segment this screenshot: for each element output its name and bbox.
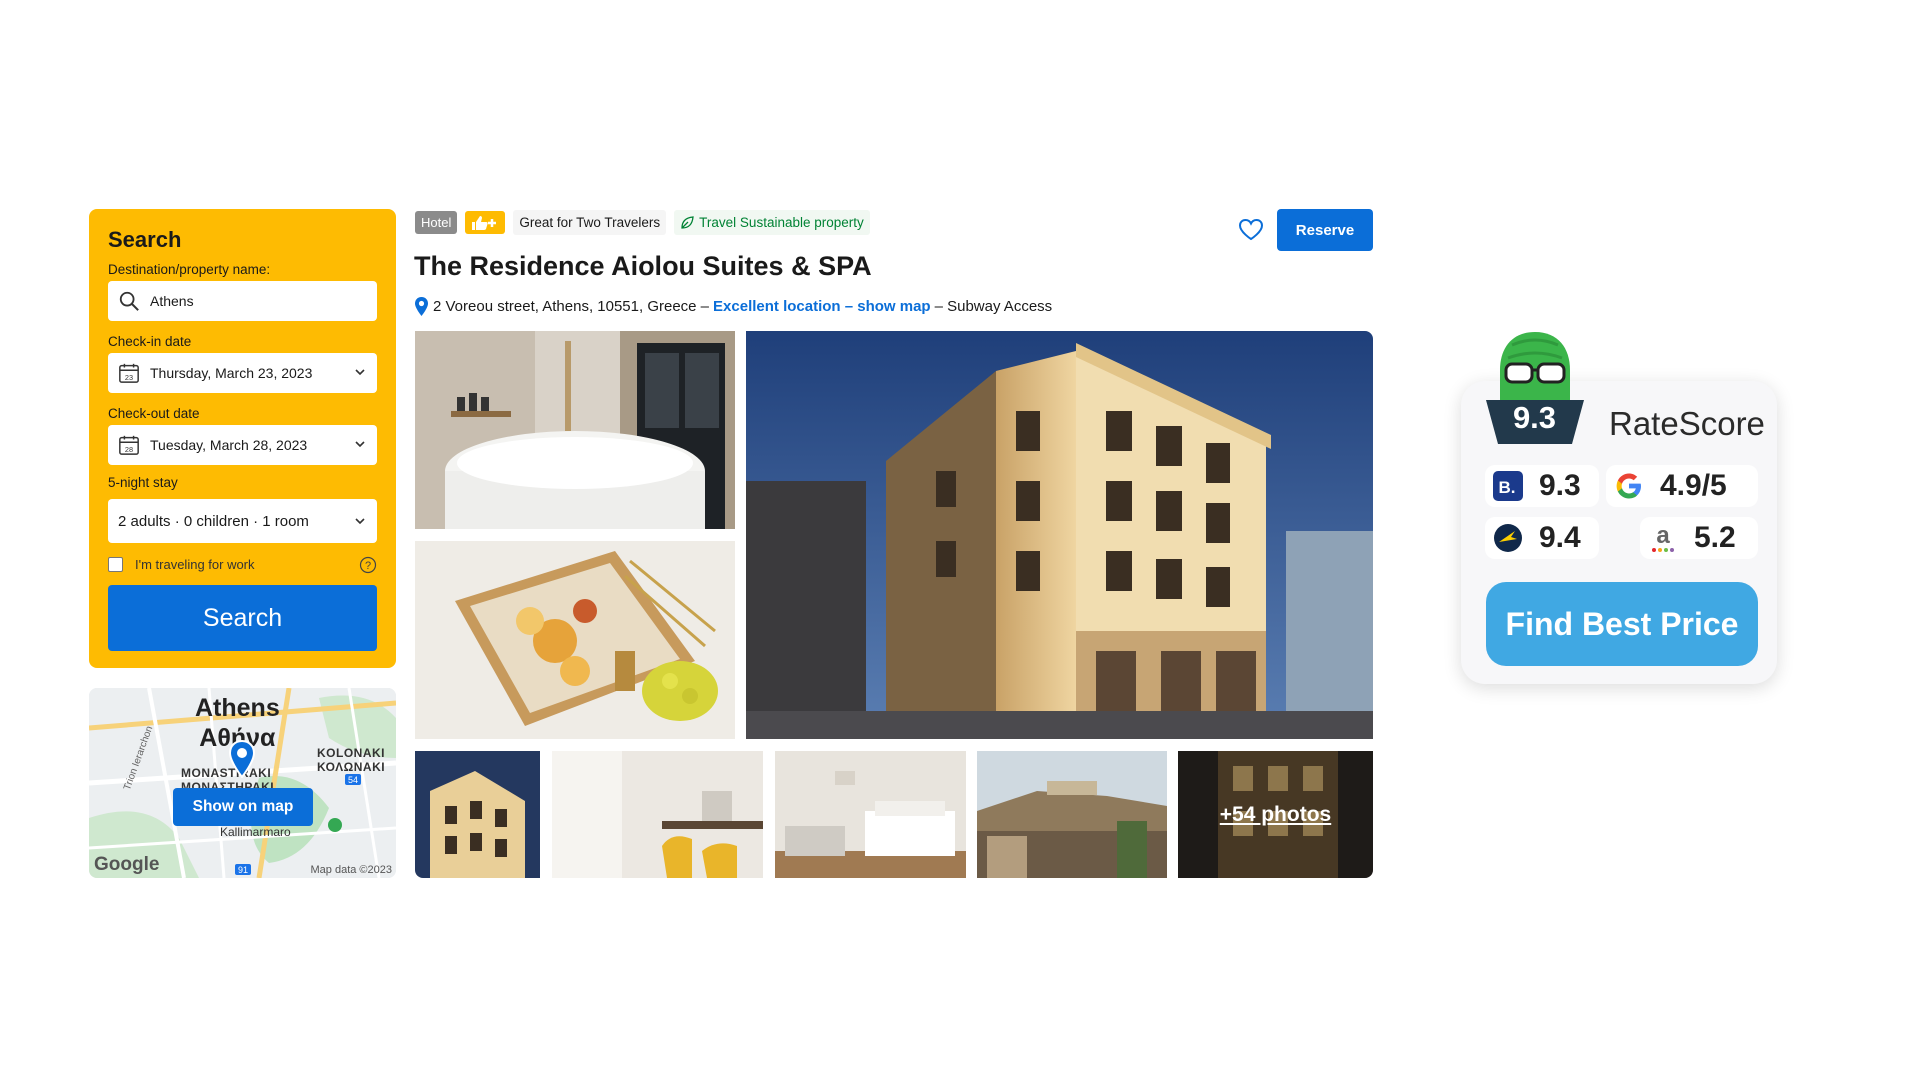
destination-input[interactable]: Athens [108, 281, 377, 321]
location-pin-icon [229, 740, 255, 778]
guests-select[interactable]: 2 adults · 0 children · 1 room [108, 499, 377, 543]
leaf-icon [681, 215, 694, 229]
svg-text:?: ? [365, 560, 371, 572]
calendar-icon: 28 [119, 435, 139, 455]
map-area-kolonaki: KOLONAKI ΚΟΛΩΝΑΚΙ [317, 746, 386, 774]
sustainable-badge: Travel Sustainable property [674, 210, 870, 235]
work-travel-row: I'm traveling for work ? [108, 553, 377, 575]
map-preview[interactable]: 54 91 Athens Αθήνα MONASTIRAKI ΜΟΝΑΣΤΗΡΑΚ… [89, 688, 396, 878]
more-photos-label[interactable]: +54 photos [1178, 751, 1373, 878]
hotel-address: 2 Voreou street, Athens, 10551, Greece –… [414, 296, 1052, 317]
show-on-map-button[interactable]: Show on map [173, 788, 313, 826]
photo-thumb-desk[interactable] [552, 751, 763, 878]
guests-value: 2 adults · 0 children · 1 room [118, 512, 309, 530]
help-icon[interactable]: ? [359, 556, 377, 574]
expedia-logo-icon [1494, 524, 1522, 552]
ratescore-value: 9.3 [1512, 400, 1557, 435]
search-button[interactable]: Search [108, 585, 377, 651]
svg-text:23: 23 [125, 373, 133, 382]
search-icon [119, 291, 139, 311]
svg-text:B.: B. [1499, 478, 1516, 497]
svg-text:54: 54 [348, 775, 358, 785]
svg-text:a: a [1656, 523, 1670, 549]
photo-main-building[interactable] [746, 331, 1373, 739]
photo-breakfast[interactable] [415, 541, 735, 739]
agoda-logo-icon: a [1652, 523, 1674, 552]
checkin-value: Thursday, March 23, 2023 [150, 365, 313, 381]
location-pin-icon [415, 297, 428, 316]
search-panel: Search Destination/property name: Athens… [89, 209, 396, 668]
thumbs-up-icon [465, 211, 506, 234]
map-place-label: Kallimarmaro [220, 825, 291, 839]
checkin-field[interactable]: 23 Thursday, March 23, 2023 [108, 353, 377, 393]
google-score: 4.9/5 [1606, 465, 1758, 507]
chevron-down-icon [355, 518, 365, 525]
work-travel-checkbox[interactable] [108, 556, 123, 572]
svg-text:28: 28 [125, 445, 133, 454]
agoda-score: a 5.2 [1640, 517, 1758, 559]
address-suffix: – Subway Access [934, 298, 1053, 315]
google-logo-icon [1616, 473, 1641, 499]
work-travel-label: I'm traveling for work [135, 556, 255, 572]
ratescore-title: RateScore [1609, 405, 1765, 442]
booking-score: B. 9.3 [1485, 465, 1599, 507]
chevron-down-icon [355, 369, 365, 376]
travelers-badge: Great for Two Travelers [513, 210, 667, 235]
checkout-label: Check-out date [108, 406, 200, 421]
google-logo: Google [94, 854, 160, 875]
destination-label: Destination/property name: [108, 262, 271, 277]
address-text: 2 Voreou street, Athens, 10551, Greece – [433, 298, 710, 315]
photo-bathroom[interactable] [415, 331, 735, 529]
photo-thumb-exterior[interactable] [415, 751, 540, 878]
search-title: Search [108, 227, 182, 252]
destination-value: Athens [150, 293, 194, 309]
show-map-link[interactable]: Excellent location – show map [713, 298, 931, 315]
property-badges: Hotel Great for Two Travelers Travel Sus… [415, 209, 870, 236]
photo-thumb-bedroom[interactable] [775, 751, 966, 878]
calendar-icon: 23 [119, 363, 139, 383]
photo-thumb-acropolis[interactable] [977, 751, 1167, 878]
find-best-price-button[interactable]: Find Best Price [1486, 582, 1758, 666]
checkin-label: Check-in date [108, 334, 192, 349]
map-attribution: Map data ©2023 [310, 864, 393, 876]
property-type-badge: Hotel [415, 211, 458, 234]
booking-logo-icon: B. [1493, 471, 1523, 501]
reserve-button[interactable]: Reserve [1277, 209, 1373, 251]
svg-text:91: 91 [238, 865, 248, 875]
chevron-down-icon [355, 441, 365, 448]
checkout-field[interactable]: 28 Tuesday, March 28, 2023 [108, 425, 377, 465]
checkout-value: Tuesday, March 28, 2023 [150, 437, 308, 453]
hotel-title: The Residence Aiolou Suites & SPA [414, 251, 872, 281]
stay-length-label: 5-night stay [108, 475, 178, 490]
expedia-score: 9.4 [1485, 517, 1599, 559]
heart-icon[interactable] [1238, 218, 1264, 241]
photo-thumb-more[interactable]: +54 photos [1178, 751, 1373, 878]
